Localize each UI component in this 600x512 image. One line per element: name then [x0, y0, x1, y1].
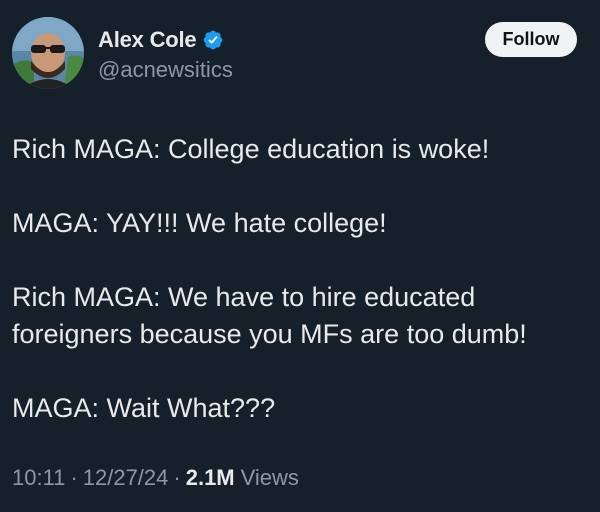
meta-separator: ·: [173, 465, 181, 490]
verified-badge-icon: [202, 29, 224, 51]
tweet-time[interactable]: 10:11: [12, 465, 65, 491]
display-name[interactable]: Alex Cole: [98, 27, 197, 53]
tweet-text: Rich MAGA: College education is woke! MA…: [12, 131, 592, 427]
tweet-line: MAGA: YAY!!! We hate college!: [12, 208, 387, 238]
tweet-line: Rich MAGA: We have to hire educated: [12, 282, 476, 312]
tweet-card: Alex Cole @acnewsitics Follow Rich MAGA:…: [0, 0, 600, 512]
tweet-line: foreigners because you MFs are too dumb!: [12, 319, 527, 349]
follow-button[interactable]: Follow: [485, 22, 577, 57]
meta-separator: ·: [70, 465, 78, 490]
tweet-meta: 10:11 · 12/27/24 · 2.1M Views: [12, 465, 299, 491]
tweet-line: Rich MAGA: College education is woke!: [12, 134, 490, 164]
name-row: Alex Cole: [98, 26, 224, 54]
tweet-line: MAGA: Wait What???: [12, 393, 276, 423]
tweet-date[interactable]: 12/27/24: [83, 465, 169, 491]
profile-photo: [12, 17, 84, 89]
views-count[interactable]: 2.1M: [186, 465, 235, 491]
views-label[interactable]: Views: [241, 465, 299, 491]
user-handle[interactable]: @acnewsitics: [98, 57, 233, 83]
avatar[interactable]: [12, 17, 84, 89]
